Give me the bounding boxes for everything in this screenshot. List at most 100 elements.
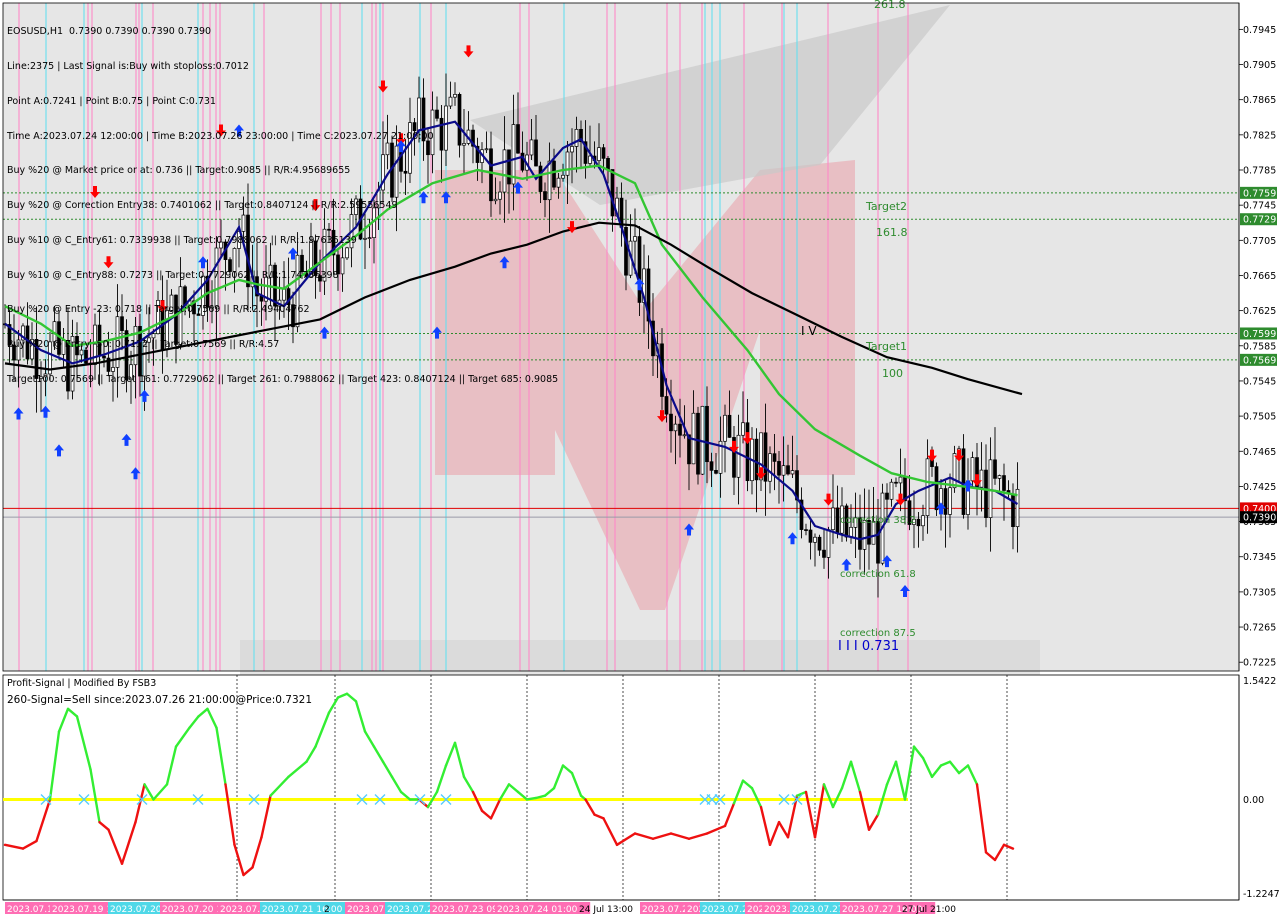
price-tick-label: 0.7265 xyxy=(1243,623,1276,634)
price-tick-label: 0.7705 xyxy=(1243,236,1276,247)
candle-body xyxy=(601,147,606,159)
time-label-text: 2 xyxy=(324,905,330,915)
price-tick-label: 0.7425 xyxy=(1243,482,1276,493)
chart-info-block: EOSUSD,H1 0.7390 0.7390 0.7390 0.7390 Li… xyxy=(7,3,558,409)
info-line: Target100: 0.7569 || Target 161: 0.77290… xyxy=(7,374,559,385)
info-line: Point A:0.7241 | Point B:0.75 | Point C:… xyxy=(7,95,216,107)
candle-body xyxy=(723,414,727,442)
price-tick-label: 0.7865 xyxy=(1243,95,1276,106)
correction-61-label: correction 61.8 xyxy=(840,569,916,580)
price-tick-label: 0.7905 xyxy=(1243,60,1276,71)
candle-body xyxy=(822,549,826,558)
candle-body xyxy=(1011,493,1015,528)
candle-body xyxy=(561,174,565,179)
candle-body xyxy=(970,457,975,482)
candle-body xyxy=(637,236,642,303)
time-label-text: 2023.07.24 01:00 xyxy=(497,905,578,915)
price-tick-label: 0.7665 xyxy=(1243,271,1276,282)
wave-iv-label: I V xyxy=(801,324,817,338)
candle-body xyxy=(606,158,610,170)
time-label: 24 Jul 13:00 xyxy=(579,905,633,915)
candle-body xyxy=(570,146,574,153)
info-line: Line:2375 | Last Signal is:Buy with stop… xyxy=(7,60,249,72)
time-label-text: 24 Jul 13:00 xyxy=(579,905,633,915)
price-badge: 0.7729 xyxy=(1240,213,1277,226)
time-label: 27 Jul 21:00 xyxy=(902,905,956,915)
candle-body xyxy=(669,413,673,432)
candle-body xyxy=(885,492,889,500)
wave-iii-label: I I I 0.731 xyxy=(838,639,899,654)
price-tick-label: 0.7825 xyxy=(1243,130,1276,141)
candle-body xyxy=(997,475,1002,479)
candle-body xyxy=(948,487,952,515)
candle-body xyxy=(597,147,601,161)
price-tick-label: 0.7545 xyxy=(1243,376,1276,387)
price-badge: 0.7390 xyxy=(1240,511,1277,524)
price-tick-label: 0.7305 xyxy=(1243,587,1276,598)
candle-body xyxy=(804,529,808,531)
info-line: Time A:2023.07.24 12:00:00 | Time B:2023… xyxy=(7,130,434,142)
chart-window: 261.8 Target2 161.8 I V Target1 100 correction… xyxy=(0,0,1280,920)
price-tick-label: 0.7465 xyxy=(1243,447,1276,458)
candle-body xyxy=(736,434,741,478)
candle-body xyxy=(943,488,948,515)
watermark-text-band xyxy=(240,640,1040,680)
fib-100-label: 100 xyxy=(882,367,903,380)
price-tick-label: 0.7505 xyxy=(1243,412,1276,423)
price-tick-label: 0.7345 xyxy=(1243,552,1276,563)
candle-body xyxy=(988,459,993,518)
time-label-text: 27 Jul 21:00 xyxy=(902,905,956,915)
price-badge: 0.7569 xyxy=(1240,353,1277,366)
candle-body xyxy=(727,414,732,438)
indicator-segment xyxy=(525,796,538,801)
time-label: 2023.07.21 16:00 xyxy=(260,902,356,915)
candle-body xyxy=(786,465,790,475)
candle-body xyxy=(709,461,714,471)
time-label-text: 2023.07.21 16:00 xyxy=(262,905,343,915)
candle-body xyxy=(741,422,745,436)
indicator-title: Profit-Signal | Modified By FSB3 xyxy=(7,678,157,689)
candle-body xyxy=(682,434,687,437)
candle xyxy=(696,406,700,485)
price-badge-text: 0.7569 xyxy=(1243,355,1276,366)
candle-body xyxy=(696,412,700,475)
info-line: Buy %20 @ Entry -23: 0.718 || Target:0.7… xyxy=(7,304,310,316)
price-badge-text: 0.7599 xyxy=(1243,329,1276,340)
candle-body xyxy=(817,536,822,551)
candle-body xyxy=(916,518,921,527)
candle-body xyxy=(745,422,750,482)
indicator-signal-text: 260-Signal=Sell since:2023.07.26 21:00:0… xyxy=(7,694,312,706)
candle-body xyxy=(894,481,898,484)
indicator-scale-zero: 0.00 xyxy=(1243,795,1264,806)
fib-161-label: 161.8 xyxy=(876,226,908,239)
price-badge-text: 0.7759 xyxy=(1243,188,1276,199)
candle-body xyxy=(808,529,813,543)
candle-body xyxy=(633,236,637,242)
candle-body xyxy=(772,453,777,462)
candle-body xyxy=(714,470,718,474)
candle-body xyxy=(826,529,831,558)
candle-body xyxy=(961,448,966,515)
candle-body xyxy=(876,521,880,564)
indicator-scale-max: 1.5422 xyxy=(1243,676,1276,687)
price-tick-label: 0.7745 xyxy=(1243,201,1276,212)
candle-body xyxy=(673,423,678,432)
time-label: 2023.07.24 01:00 xyxy=(495,902,591,915)
candle-body xyxy=(993,459,997,479)
price-badge-text: 0.7390 xyxy=(1243,513,1276,524)
time-label: 2 xyxy=(324,905,330,915)
fib-261-label: 261.8 xyxy=(874,0,906,11)
price-tick-label: 0.7785 xyxy=(1243,166,1276,177)
info-line: Buy %20 @ Entry -50: 0.7112 || Target:0.… xyxy=(7,339,280,351)
candle-body xyxy=(898,476,903,484)
candle-body xyxy=(979,469,984,488)
price-badge-text: 0.7729 xyxy=(1243,215,1276,226)
correction-87-label: correction 87.5 xyxy=(840,628,916,639)
candle-body xyxy=(934,466,939,511)
price-badge: 0.7599 xyxy=(1240,327,1277,340)
price-tick-label: 0.7585 xyxy=(1243,341,1276,352)
candle-body xyxy=(831,507,835,530)
price-tick-label: 0.7625 xyxy=(1243,306,1276,317)
candle-body xyxy=(813,536,817,543)
candle-body xyxy=(565,151,570,176)
